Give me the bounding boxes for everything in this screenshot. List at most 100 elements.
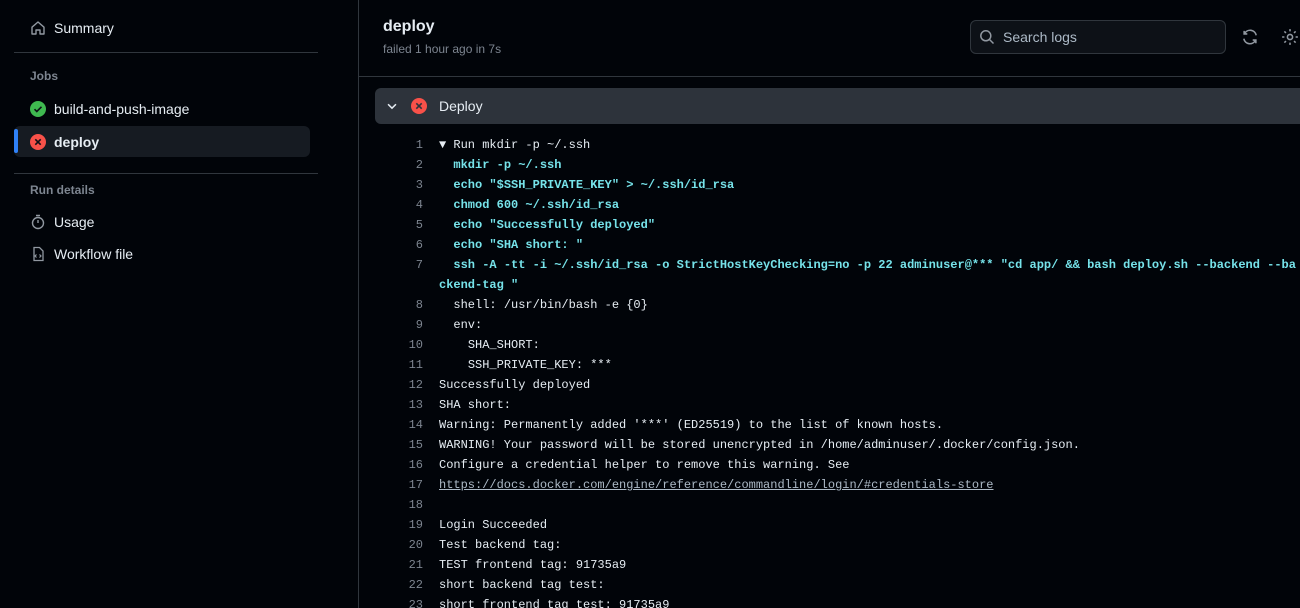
- log-line-text: Configure a credential helper to remove …: [439, 458, 850, 472]
- log-line-number[interactable]: 13: [383, 395, 423, 415]
- sidebar-item-job-build[interactable]: build-and-push-image: [14, 93, 310, 124]
- log-line-number[interactable]: 11: [383, 355, 423, 375]
- log-line-text: TEST frontend tag: 91735a9: [439, 558, 627, 572]
- log-line-text: ssh -A -tt -i ~/.ssh/id_rsa -o StrictHos…: [439, 258, 1296, 292]
- log-line-text: echo "SHA short: ": [439, 238, 584, 252]
- log-line-text: Test backend tag:: [439, 538, 569, 552]
- divider: [14, 173, 318, 174]
- file-code-icon: [30, 246, 46, 262]
- log-line: 5 echo "Successfully deployed": [359, 215, 1300, 235]
- log-line-text: Login Succeeded: [439, 518, 548, 532]
- run-details-heading: Run details: [30, 183, 95, 197]
- check-circle-icon: [30, 100, 46, 117]
- stopwatch-icon: [30, 214, 46, 230]
- active-indicator: [14, 129, 18, 153]
- log-line: 9 env:: [359, 315, 1300, 335]
- log-line-number[interactable]: 15: [383, 435, 423, 455]
- log-line: 20 Test backend tag:: [359, 535, 1300, 555]
- log-line-text: SSH_PRIVATE_KEY: ***: [439, 358, 612, 372]
- log-line: 22 short backend tag test:: [359, 575, 1300, 595]
- log-line-number[interactable]: 8: [383, 295, 423, 315]
- sidebar-item-label: Usage: [54, 213, 95, 230]
- log-line-number[interactable]: 20: [383, 535, 423, 555]
- x-circle-icon: [30, 133, 46, 150]
- log-line-text: env:: [439, 318, 483, 332]
- log-line-text: echo "Successfully deployed": [439, 218, 656, 232]
- log-line-number[interactable]: 10: [383, 335, 423, 355]
- log-line-text: Successfully deployed: [439, 378, 591, 392]
- log-line: 21 TEST frontend tag: 91735a9: [359, 555, 1300, 575]
- log-line: 7 ssh -A -tt -i ~/.ssh/id_rsa -o StrictH…: [359, 255, 1300, 295]
- log-line-number[interactable]: 23: [383, 595, 423, 608]
- log-line-number[interactable]: 2: [383, 155, 423, 175]
- divider: [14, 52, 318, 53]
- log-line: 17 https://docs.docker.com/engine/referen…: [359, 475, 1300, 495]
- search-logs-input[interactable]: [1003, 27, 1218, 47]
- log-line: 11 SSH_PRIVATE_KEY: ***: [359, 355, 1300, 375]
- log-line: 15 WARNING! Your password will be stored …: [359, 435, 1300, 455]
- log-link[interactable]: https://docs.docker.com/engine/reference…: [439, 478, 994, 492]
- log-line: 2 mkdir -p ~/.ssh: [359, 155, 1300, 175]
- log-lines: 1 ▼ Run mkdir -p ~/.ssh 2 mkdir -p ~/.ssh 3…: [359, 135, 1300, 608]
- log-line: 6 echo "SHA short: ": [359, 235, 1300, 255]
- log-line-number[interactable]: 5: [383, 215, 423, 235]
- log-line-number[interactable]: 9: [383, 315, 423, 335]
- refresh-icon[interactable]: [1241, 28, 1259, 46]
- log-line-text: mkdir -p ~/.ssh: [439, 158, 562, 172]
- log-line-number[interactable]: 4: [383, 195, 423, 215]
- log-line: 8 shell: /usr/bin/bash -e {0}: [359, 295, 1300, 315]
- home-icon: [30, 20, 46, 36]
- log-line-number[interactable]: 1: [383, 135, 423, 155]
- log-line: 14 Warning: Permanently added '***' (ED25…: [359, 415, 1300, 435]
- sidebar-item-job-deploy[interactable]: deploy: [14, 126, 310, 157]
- sidebar: Summary Jobs build-and-push-image deploy…: [0, 0, 359, 608]
- log-line-text: SHA short:: [439, 398, 519, 412]
- log-line-number[interactable]: 18: [383, 495, 423, 515]
- log-line: 13 SHA short:: [359, 395, 1300, 415]
- x-circle-icon: [411, 98, 427, 119]
- log-line: 18: [359, 495, 1300, 515]
- log-line-text: https://docs.docker.com/engine/reference…: [439, 475, 1300, 495]
- log-line-number[interactable]: 12: [383, 375, 423, 395]
- log-line-text: chmod 600 ~/.ssh/id_rsa: [439, 198, 620, 212]
- log-line-number[interactable]: 19: [383, 515, 423, 535]
- log-line-text: short frontend tag test: 91735a9: [439, 598, 670, 608]
- log-line-text: short backend tag test:: [439, 578, 612, 592]
- log-line: 23 short frontend tag test: 91735a9: [359, 595, 1300, 608]
- log-line-number[interactable]: 6: [383, 235, 423, 255]
- log-line: 1 ▼ Run mkdir -p ~/.ssh: [359, 135, 1300, 155]
- log-line-text: shell: /usr/bin/bash -e {0}: [439, 298, 648, 312]
- log-line-text: ▼ Run mkdir -p ~/.ssh: [439, 138, 591, 152]
- log-line-number[interactable]: 22: [383, 575, 423, 595]
- log-line-text: Warning: Permanently added '***' (ED2551…: [439, 418, 944, 432]
- gear-icon[interactable]: [1281, 28, 1299, 46]
- sidebar-item-label: Workflow file: [54, 245, 134, 262]
- chevron-down-icon: [385, 99, 399, 118]
- log-line-number[interactable]: 17: [383, 475, 423, 495]
- sidebar-item-label: deploy: [54, 133, 100, 150]
- sidebar-item-workflow-file[interactable]: Workflow file: [14, 238, 310, 269]
- job-title: deploy: [383, 18, 435, 35]
- log-line-number[interactable]: 16: [383, 455, 423, 475]
- step-name: Deploy: [439, 98, 483, 114]
- job-status-summary: failed 1 hour ago in 7s: [383, 42, 502, 56]
- log-line: 3 echo "$SSH_PRIVATE_KEY" > ~/.ssh/id_rs…: [359, 175, 1300, 195]
- log-line: 19 Login Succeeded: [359, 515, 1300, 535]
- log-panel: Deploy 5s 1 ▼ Run mkdir -p ~/.ssh 2 mkdir …: [359, 77, 1300, 608]
- log-line: 16 Configure a credential helper to remov…: [359, 455, 1300, 475]
- job-header: deploy failed 1 hour ago in 7s: [359, 0, 1300, 77]
- sidebar-item-summary[interactable]: Summary: [14, 12, 310, 43]
- log-line-number[interactable]: 14: [383, 415, 423, 435]
- log-line-number[interactable]: 3: [383, 175, 423, 195]
- search-icon: [979, 29, 995, 50]
- log-line-number[interactable]: 21: [383, 555, 423, 575]
- log-line-number[interactable]: 7: [383, 255, 423, 275]
- log-line: 12 Successfully deployed: [359, 375, 1300, 395]
- step-header-deploy[interactable]: Deploy 5s: [375, 88, 1300, 124]
- search-logs-box[interactable]: [970, 20, 1226, 54]
- log-line: 10 SHA_SHORT:: [359, 335, 1300, 355]
- sidebar-item-label: Summary: [54, 19, 114, 36]
- log-line-text: echo "$SSH_PRIVATE_KEY" > ~/.ssh/id_rsa: [439, 178, 735, 192]
- sidebar-item-label: build-and-push-image: [54, 100, 190, 117]
- sidebar-item-usage[interactable]: Usage: [14, 206, 310, 237]
